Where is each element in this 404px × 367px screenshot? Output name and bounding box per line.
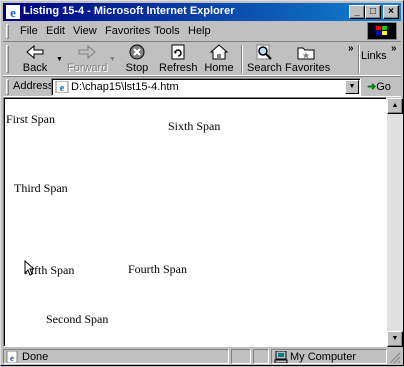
forward-dropdown[interactable]: ▼ <box>109 56 116 63</box>
status-panel: e Done <box>3 349 229 364</box>
scroll-up-button[interactable]: ▲ <box>387 98 403 114</box>
menu-file[interactable]: File <box>20 25 38 37</box>
links-separator <box>358 45 360 73</box>
refresh-button[interactable]: Refresh <box>159 43 198 75</box>
resize-grip-icon[interactable] <box>389 352 401 364</box>
go-label: Go <box>376 81 391 93</box>
back-label: Back <box>22 62 48 74</box>
refresh-label: Refresh <box>159 62 198 74</box>
favorites-button[interactable]: Favorites <box>285 43 331 75</box>
go-button[interactable]: ➜Go <box>367 80 391 93</box>
menu-bar: File Edit View Favorites Tools Help <box>3 22 401 41</box>
back-arrow-icon <box>26 44 44 60</box>
fourth-span: Fourth Span <box>128 262 188 276</box>
sixth-span: Sixth Span <box>168 119 221 133</box>
status-bar: e Done My Computer <box>3 348 401 365</box>
links-more-chevron[interactable]: » <box>391 43 397 54</box>
search-label: Search <box>247 62 282 74</box>
minimize-button[interactable]: _ <box>349 5 365 19</box>
back-dropdown[interactable]: ▼ <box>56 56 63 63</box>
standard-toolbar: Back ▼ Forward ▼ Stop Refresh Home Searc… <box>3 41 401 76</box>
svg-text:e: e <box>60 83 65 93</box>
title-bar[interactable]: e Listing 15-4 - Microsoft Internet Expl… <box>3 3 401 21</box>
browser-window: e Listing 15-4 - Microsoft Internet Expl… <box>0 0 404 366</box>
menu-tools[interactable]: Tools <box>154 25 180 37</box>
svg-text:e: e <box>10 353 14 363</box>
first-span: First Span <box>6 112 56 126</box>
status-text: Done <box>22 351 49 363</box>
home-icon <box>209 44 229 60</box>
links-button[interactable]: Links <box>361 50 387 62</box>
third-span: Third Span <box>14 181 68 195</box>
zone-panel: My Computer <box>271 349 387 364</box>
stop-button[interactable]: Stop <box>122 43 152 75</box>
favorites-folder-icon <box>297 47 315 60</box>
addressbar-grip[interactable] <box>6 79 9 95</box>
toolbar-grip[interactable] <box>6 45 9 73</box>
close-button[interactable]: × <box>383 5 399 19</box>
page-content: First Span Sixth Span Third Span Fifth S… <box>3 97 387 347</box>
page-icon: e <box>55 81 69 93</box>
stop-icon <box>129 44 145 60</box>
address-label: Address <box>13 80 54 92</box>
window-title: Listing 15-4 - Microsoft Internet Explor… <box>23 5 235 17</box>
forward-button[interactable]: Forward <box>67 43 107 75</box>
address-dropdown-button[interactable]: ▼ <box>345 80 359 94</box>
menubar-grip[interactable] <box>6 24 9 39</box>
address-value: D:\chap15\lst15-4.htm <box>71 81 179 93</box>
stop-label: Stop <box>125 62 149 74</box>
toolbar-more-chevron[interactable]: » <box>348 43 354 54</box>
menu-edit[interactable]: Edit <box>46 25 65 37</box>
menu-help[interactable]: Help <box>188 25 211 37</box>
home-label: Home <box>204 62 234 74</box>
forward-arrow-icon <box>78 44 96 60</box>
menu-favorites[interactable]: Favorites <box>105 25 150 37</box>
zone-text: My Computer <box>290 351 357 363</box>
refresh-icon <box>171 44 185 60</box>
second-span: Second Span <box>46 312 109 326</box>
address-bar: Address e D:\chap15\lst15-4.htm ▼ ➜Go <box>3 76 401 97</box>
page-done-icon: e <box>6 351 18 363</box>
ie-logo-icon: e <box>6 5 20 20</box>
toolbar-separator <box>241 45 243 73</box>
forward-label: Forward <box>67 62 108 74</box>
maximize-button[interactable]: □ <box>365 5 381 19</box>
home-button[interactable]: Home <box>203 43 235 75</box>
svg-text:e: e <box>10 5 16 20</box>
back-button[interactable]: Back <box>17 43 53 75</box>
vertical-scrollbar[interactable]: ▲ ▼ <box>387 98 403 347</box>
search-icon <box>256 44 272 60</box>
menu-view[interactable]: View <box>73 25 97 37</box>
mouse-cursor-icon <box>24 260 34 276</box>
search-button[interactable]: Search <box>247 43 282 75</box>
favorites-label: Favorites <box>285 62 331 74</box>
address-input[interactable]: e D:\chap15\lst15-4.htm ▼ <box>51 78 361 96</box>
status-panel-progress <box>231 349 251 364</box>
my-computer-icon <box>274 351 288 363</box>
status-panel-security <box>253 349 269 364</box>
scroll-down-button[interactable]: ▼ <box>387 331 403 347</box>
go-arrow-icon: ➜ <box>367 81 377 93</box>
windows-logo-icon <box>367 22 397 40</box>
